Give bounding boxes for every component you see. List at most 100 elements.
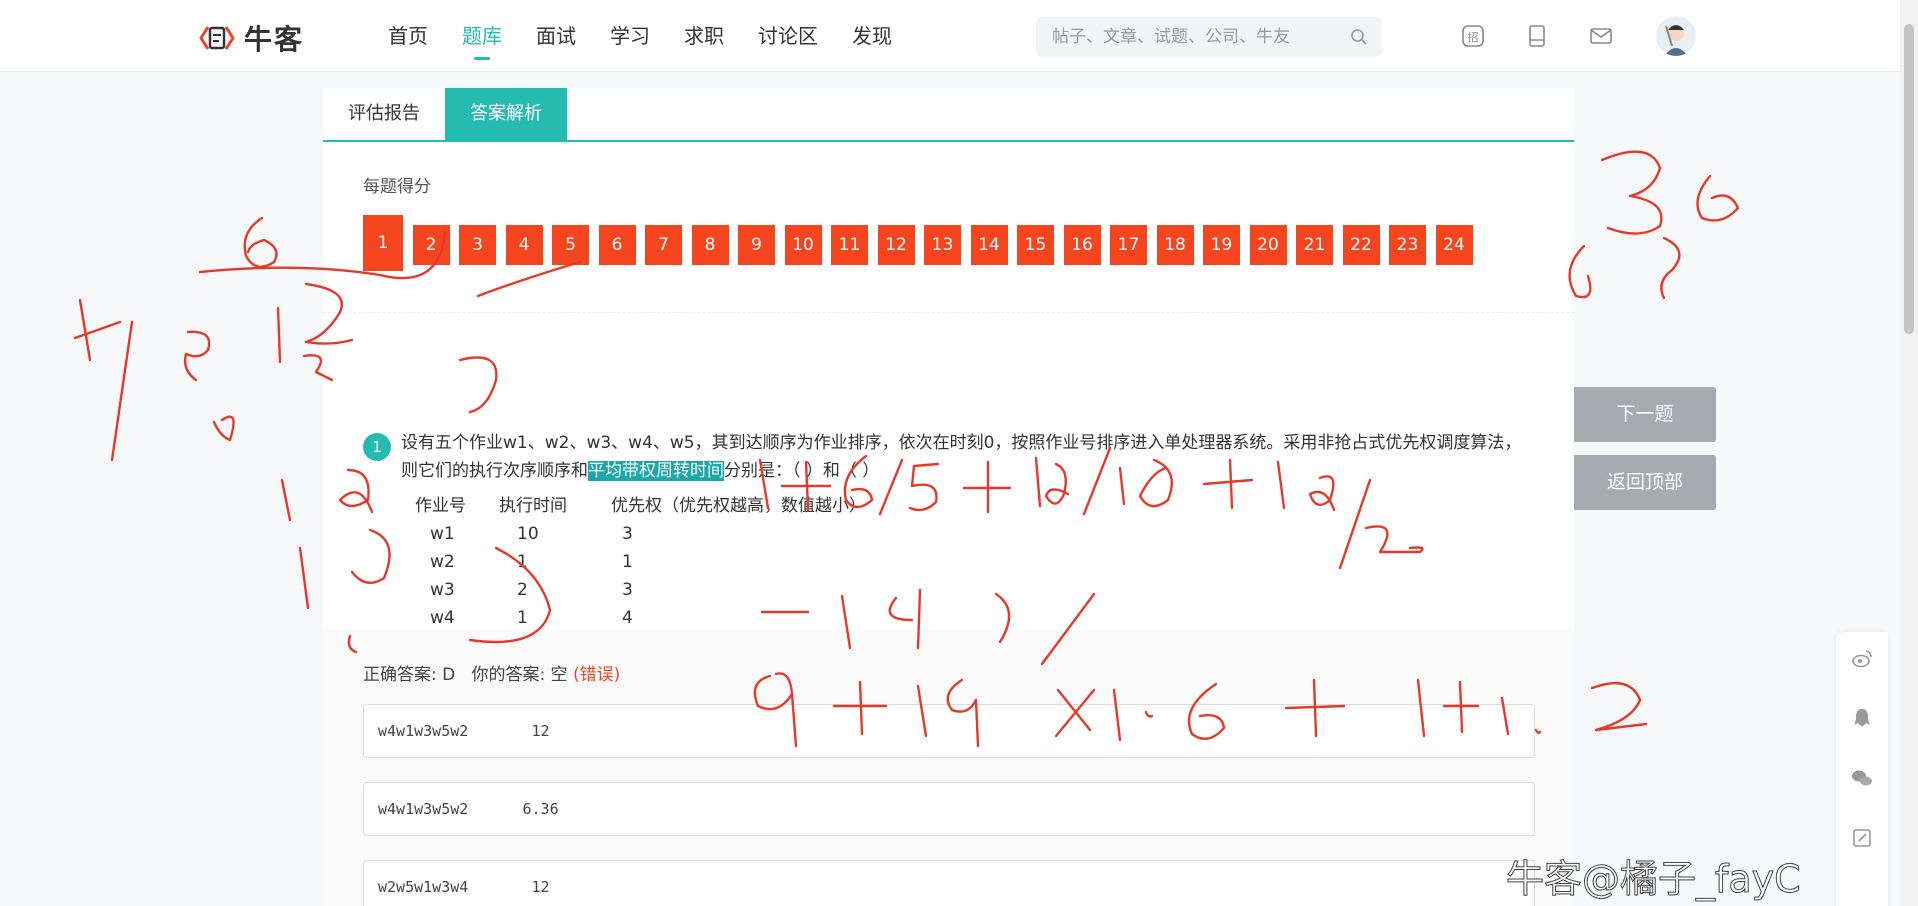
watermark: 牛客@橘子_fayC — [1506, 857, 1802, 902]
table-cell: 3 — [622, 580, 633, 600]
main-nav: 首页 题库 面试 学习 求职 讨论区 发现 — [388, 0, 926, 72]
question-number-1[interactable]: 1 — [363, 215, 403, 271]
mobile-icon[interactable] — [1524, 23, 1550, 49]
question-number-10[interactable]: 10 — [784, 225, 822, 265]
ink-stroke — [1660, 236, 1681, 300]
avatar-image — [1664, 25, 1688, 56]
question-text-before: 设有五个作业w1、w2、w3、w4、w5，其到达顺序为作业排序，依次在时刻0，按… — [401, 433, 1522, 481]
logo-icon — [199, 26, 235, 50]
table-header-cell: 作业号 — [415, 496, 466, 516]
question-number-11[interactable]: 11 — [831, 225, 868, 265]
nav-learn[interactable]: 学习 — [610, 0, 650, 72]
nav-question-bank[interactable]: 题库 — [462, 0, 502, 72]
nav-discover[interactable]: 发现 — [852, 0, 892, 72]
question-number-9[interactable]: 9 — [738, 225, 775, 265]
ink-stroke — [183, 330, 211, 382]
tab-evaluation-report[interactable]: 评估报告 — [323, 88, 445, 140]
question-number-5[interactable]: 5 — [552, 225, 589, 265]
question-number-17[interactable]: 17 — [1110, 225, 1147, 265]
back-to-top-button[interactable]: 返回顶部 — [1574, 455, 1716, 510]
scrollbar-thumb[interactable] — [1904, 24, 1914, 334]
question-number-list: 1 2 3 4 5 6 7 8 9 10 11 12 13 14 15 16 17 18 19 20 21 22 23 24 — [363, 215, 1482, 271]
answer-status: (错误) — [573, 665, 621, 685]
question-number-6[interactable]: 6 — [598, 225, 636, 265]
option-b[interactable]: w4w1w3w5w2 6.36 — [363, 782, 1535, 836]
question-number-13[interactable]: 13 — [924, 225, 961, 265]
ink-stroke — [1590, 681, 1648, 732]
tab-answer-analysis[interactable]: 答案解析 — [445, 88, 567, 140]
table-cell: 10 — [517, 524, 539, 544]
table-cell: 3 — [622, 524, 633, 544]
question-number-24[interactable]: 24 — [1435, 225, 1473, 265]
ink-stroke — [73, 298, 122, 362]
table-cell: 1 — [622, 552, 633, 572]
table-cell: w2 — [430, 552, 455, 572]
ink-stroke — [1600, 150, 1663, 235]
wechat-icon[interactable] — [1850, 766, 1874, 790]
ink-stroke — [298, 546, 310, 610]
ink-stroke — [280, 478, 292, 522]
share-float-bar — [1836, 632, 1888, 906]
question-section: 1 设有五个作业w1、w2、w3、w4、w5，其到达顺序为作业排序，依次在时刻0… — [323, 312, 1574, 656]
question-highlight: 平均带权周转时间 — [588, 461, 724, 481]
question-text-after: 分别是：（ ）和（ ） — [724, 461, 880, 481]
avatar[interactable] — [1656, 16, 1696, 56]
top-header: 牛客 首页 题库 面试 学习 求职 讨论区 发现 招 — [0, 0, 1918, 72]
table-header-cell: 优先权（优先权越高，数值越小） — [611, 496, 866, 516]
question-number-7[interactable]: 7 — [645, 225, 682, 265]
question-badge: 1 — [363, 433, 391, 461]
question-number-23[interactable]: 23 — [1389, 225, 1426, 265]
ink-stroke — [1696, 174, 1740, 222]
nav-discuss[interactable]: 讨论区 — [758, 0, 818, 72]
ink-stroke — [110, 320, 134, 462]
nav-jobs[interactable]: 求职 — [684, 0, 724, 72]
question-number-3[interactable]: 3 — [459, 225, 496, 265]
question-number-21[interactable]: 21 — [1296, 225, 1333, 265]
logo-text: 牛客 — [244, 23, 305, 56]
next-question-button[interactable]: 下一题 — [1574, 387, 1716, 442]
edit-icon[interactable] — [1850, 826, 1874, 850]
your-answer: 你的答案: 空 — [471, 665, 568, 685]
table-cell: 2 — [517, 580, 528, 600]
question-text: 设有五个作业w1、w2、w3、w4、w5，其到达顺序为作业排序，依次在时刻0，按… — [401, 429, 1531, 485]
search-icon[interactable] — [1350, 28, 1368, 46]
nav-interview[interactable]: 面试 — [536, 0, 576, 72]
question-number-4[interactable]: 4 — [505, 225, 543, 265]
ink-stroke — [243, 216, 278, 268]
question-number-15[interactable]: 15 — [1017, 225, 1054, 265]
question-number-20[interactable]: 20 — [1249, 225, 1287, 265]
option-c[interactable]: w2w5w1w3w4 12 — [363, 860, 1535, 906]
table-cell: 1 — [517, 552, 528, 572]
ink-stroke — [212, 415, 235, 442]
option-a[interactable]: w4w1w3w5w2 12 — [363, 704, 1535, 758]
table-cell: w4 — [430, 608, 455, 628]
question-number-19[interactable]: 19 — [1203, 225, 1240, 265]
nav-home[interactable]: 首页 — [388, 0, 428, 72]
search-input[interactable] — [1036, 27, 1336, 47]
question-number-2[interactable]: 2 — [412, 225, 450, 265]
table-cell: 4 — [622, 608, 633, 628]
recruit-icon[interactable]: 招 — [1460, 23, 1486, 49]
question-number-22[interactable]: 22 — [1342, 225, 1380, 265]
question-number-8[interactable]: 8 — [691, 225, 729, 265]
question-number-18[interactable]: 18 — [1156, 225, 1194, 265]
page-scrollbar[interactable] — [1900, 0, 1918, 906]
table-cell: w1 — [430, 524, 455, 544]
site-logo[interactable]: 牛客 — [198, 18, 304, 58]
answer-area: 正确答案: D 你的答案: 空 (错误) w4w1w3w5w2 12 w4w1w… — [323, 630, 1574, 906]
answer-summary: 正确答案: D 你的答案: 空 (错误) — [363, 660, 620, 685]
question-number-12[interactable]: 12 — [877, 225, 915, 265]
svg-text:招: 招 — [1468, 30, 1479, 44]
answer-card: 评估报告 答案解析 每题得分 1 2 3 4 5 6 7 8 9 10 11 12 13 14 15 16 17… — [323, 88, 1574, 906]
search-box — [1036, 17, 1382, 57]
weibo-icon[interactable] — [1850, 646, 1874, 670]
mail-icon[interactable] — [1588, 23, 1614, 49]
tab-bar: 评估报告 答案解析 — [323, 88, 1574, 142]
qq-icon[interactable] — [1850, 706, 1874, 730]
table-cell: 1 — [517, 608, 528, 628]
score-title: 每题得分 — [363, 177, 431, 197]
question-number-16[interactable]: 16 — [1063, 225, 1101, 265]
ink-stroke — [276, 306, 282, 364]
table-header-cell: 执行时间 — [499, 496, 567, 516]
question-number-14[interactable]: 14 — [970, 225, 1008, 265]
